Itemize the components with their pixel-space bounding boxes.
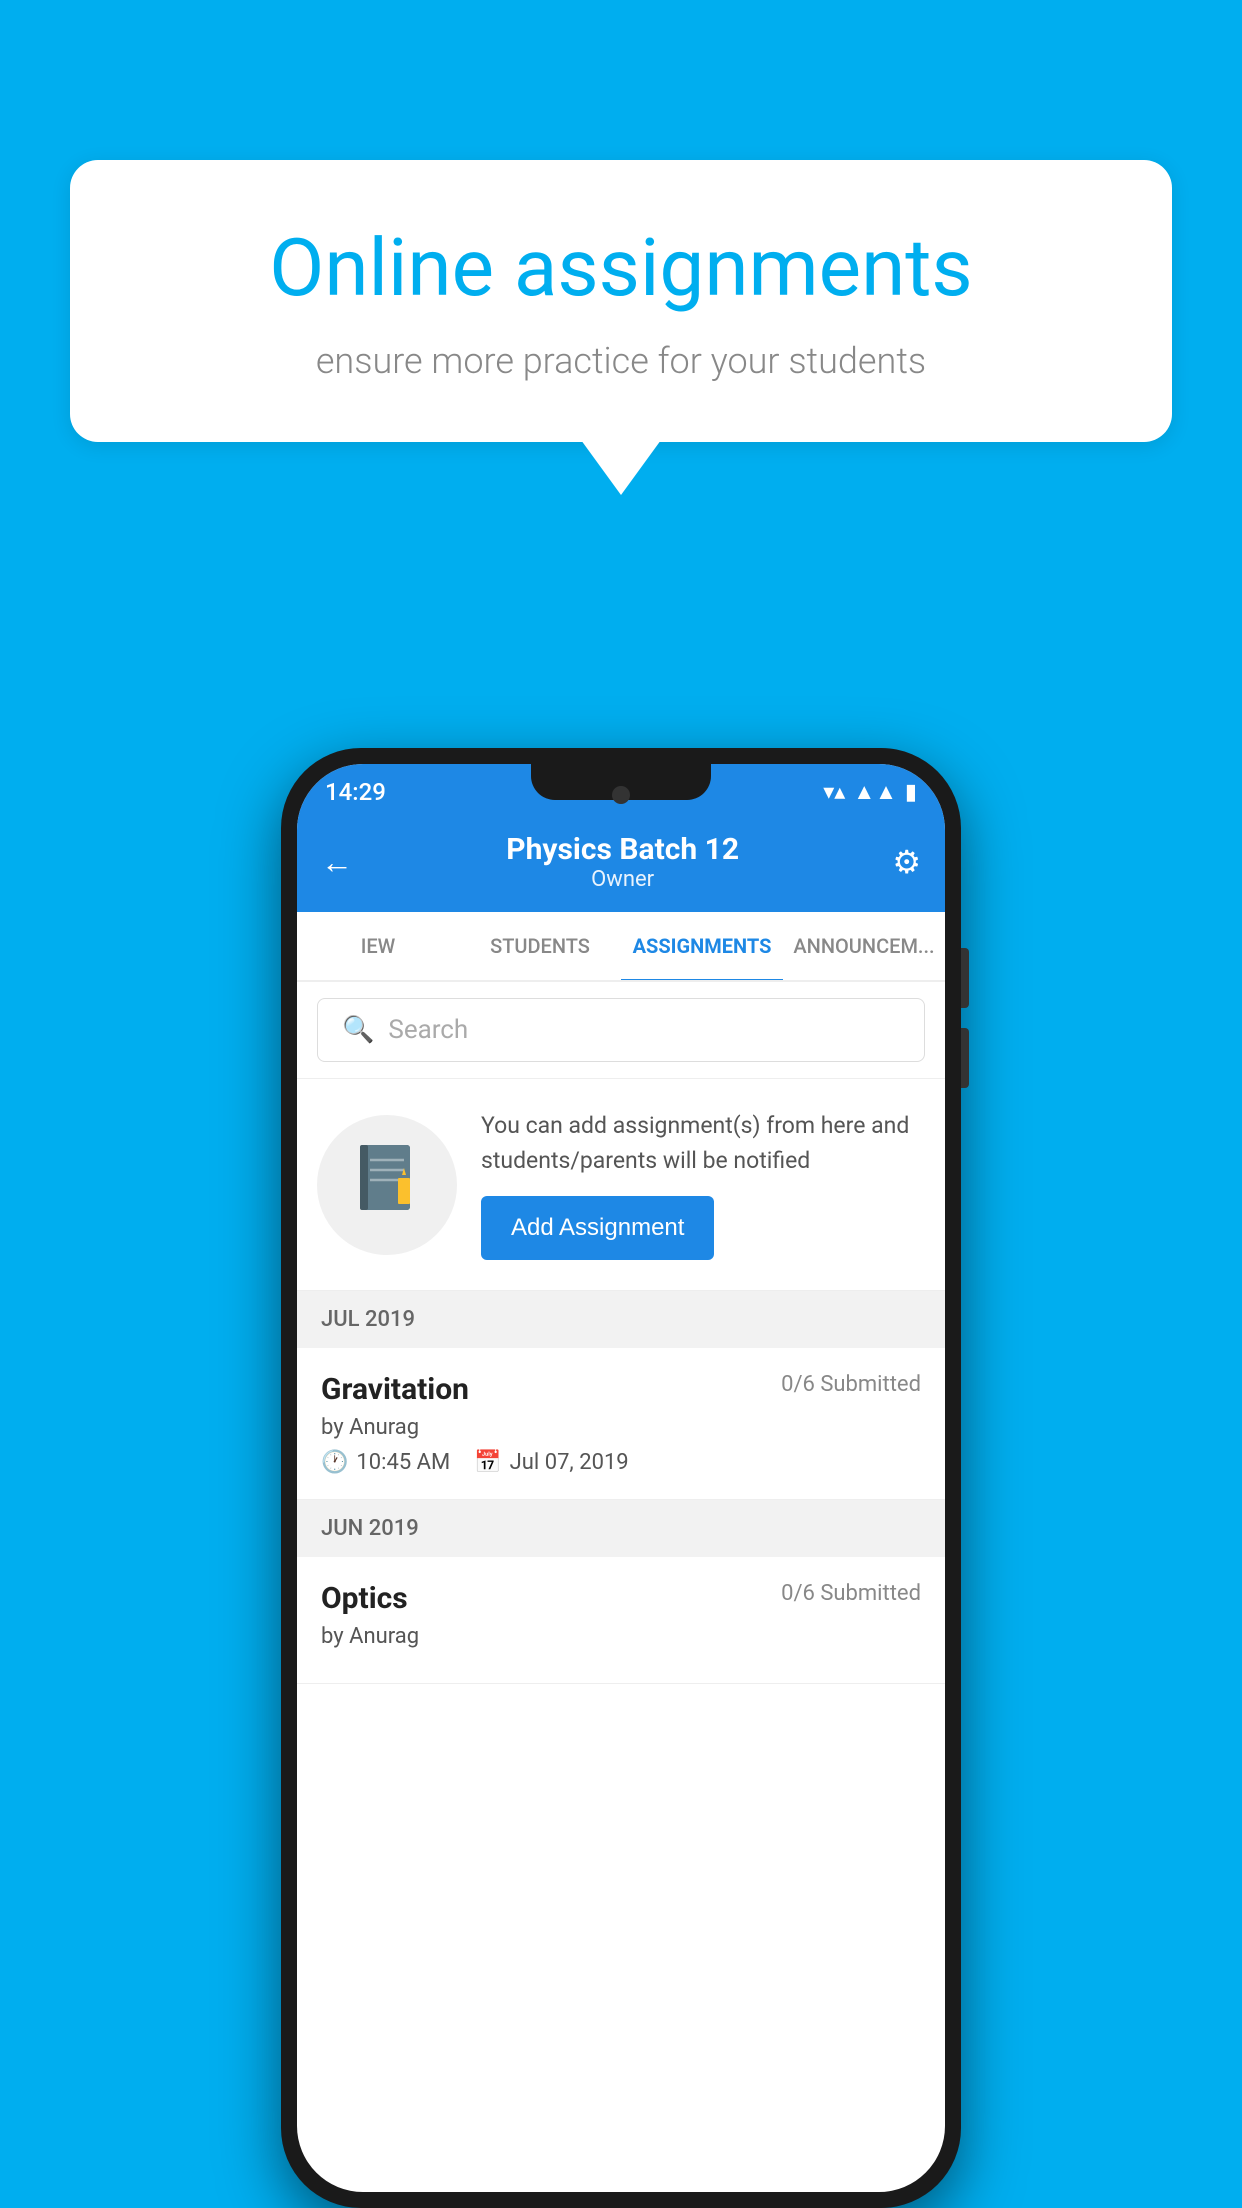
prompt-icon-circle: [317, 1115, 457, 1255]
phone-camera: [612, 786, 630, 804]
prompt-content: You can add assignment(s) from here and …: [481, 1109, 925, 1260]
status-icons: ▾▴ ▲▲ ▮: [823, 779, 917, 805]
speech-bubble-title: Online assignments: [140, 220, 1102, 316]
assignment-by-optics: by Anurag: [321, 1624, 921, 1649]
assignment-row1-optics: Optics 0/6 Submitted: [321, 1581, 921, 1616]
speech-bubble-subtitle: ensure more practice for your students: [140, 340, 1102, 382]
settings-icon[interactable]: ⚙: [892, 843, 921, 881]
meta-date: 📅 Jul 07, 2019: [474, 1450, 628, 1475]
assignment-item-gravitation[interactable]: Gravitation 0/6 Submitted by Anurag 🕐 10…: [297, 1348, 945, 1500]
signal-icon: ▲▲: [853, 779, 897, 805]
phone-screen: 14:29 ▾▴ ▲▲ ▮ ← Physics Batch 12 Owner ⚙…: [297, 764, 945, 2192]
app-header: ← Physics Batch 12 Owner ⚙: [297, 816, 945, 912]
battery-icon: ▮: [905, 780, 917, 805]
volume-down-button[interactable]: [961, 1028, 969, 1088]
tab-iew[interactable]: IEW: [297, 912, 459, 980]
tab-students[interactable]: STUDENTS: [459, 912, 621, 980]
clock-icon: 🕐: [321, 1450, 348, 1475]
phone-frame: 14:29 ▾▴ ▲▲ ▮ ← Physics Batch 12 Owner ⚙…: [281, 748, 961, 2208]
assignment-submitted-gravitation: 0/6 Submitted: [781, 1372, 921, 1397]
assignment-meta-gravitation: 🕐 10:45 AM 📅 Jul 07, 2019: [321, 1450, 921, 1475]
assignment-item-optics[interactable]: Optics 0/6 Submitted by Anurag: [297, 1557, 945, 1684]
search-icon: 🔍: [342, 1015, 374, 1045]
meta-time: 🕐 10:45 AM: [321, 1450, 450, 1475]
volume-up-button[interactable]: [961, 948, 969, 1008]
speech-bubble: Online assignments ensure more practice …: [70, 160, 1172, 442]
assignment-name-gravitation: Gravitation: [321, 1372, 469, 1407]
tab-assignments[interactable]: ASSIGNMENTS: [621, 912, 783, 980]
prompt-container: You can add assignment(s) from here and …: [297, 1079, 945, 1291]
status-time: 14:29: [325, 778, 386, 806]
section-header-jun: JUN 2019: [297, 1500, 945, 1557]
speech-bubble-arrow: [581, 440, 661, 495]
header-subtitle: Owner: [506, 867, 739, 892]
assignment-time: 10:45 AM: [356, 1450, 450, 1475]
prompt-text: You can add assignment(s) from here and …: [481, 1109, 925, 1178]
wifi-icon: ▾▴: [823, 780, 845, 805]
assignment-submitted-optics: 0/6 Submitted: [781, 1581, 921, 1606]
header-title: Physics Batch 12: [506, 832, 739, 867]
speech-bubble-container: Online assignments ensure more practice …: [70, 160, 1172, 495]
assignment-row1: Gravitation 0/6 Submitted: [321, 1372, 921, 1407]
assignment-date: Jul 07, 2019: [510, 1450, 629, 1475]
back-button[interactable]: ←: [321, 843, 353, 881]
assignment-by-gravitation: by Anurag: [321, 1415, 921, 1440]
search-container: 🔍 Search: [297, 982, 945, 1079]
section-header-jul: JUL 2019: [297, 1291, 945, 1348]
search-bar[interactable]: 🔍 Search: [317, 998, 925, 1062]
tabs-container: IEW STUDENTS ASSIGNMENTS ANNOUNCEM...: [297, 912, 945, 982]
search-placeholder: Search: [388, 1015, 468, 1045]
notebook-icon: [352, 1140, 422, 1230]
add-assignment-button[interactable]: Add Assignment: [481, 1196, 714, 1260]
tab-announcements[interactable]: ANNOUNCEM...: [783, 912, 945, 980]
phone-notch: [531, 764, 711, 800]
calendar-icon: 📅: [474, 1450, 501, 1475]
header-center: Physics Batch 12 Owner: [506, 832, 739, 892]
assignment-name-optics: Optics: [321, 1581, 408, 1616]
